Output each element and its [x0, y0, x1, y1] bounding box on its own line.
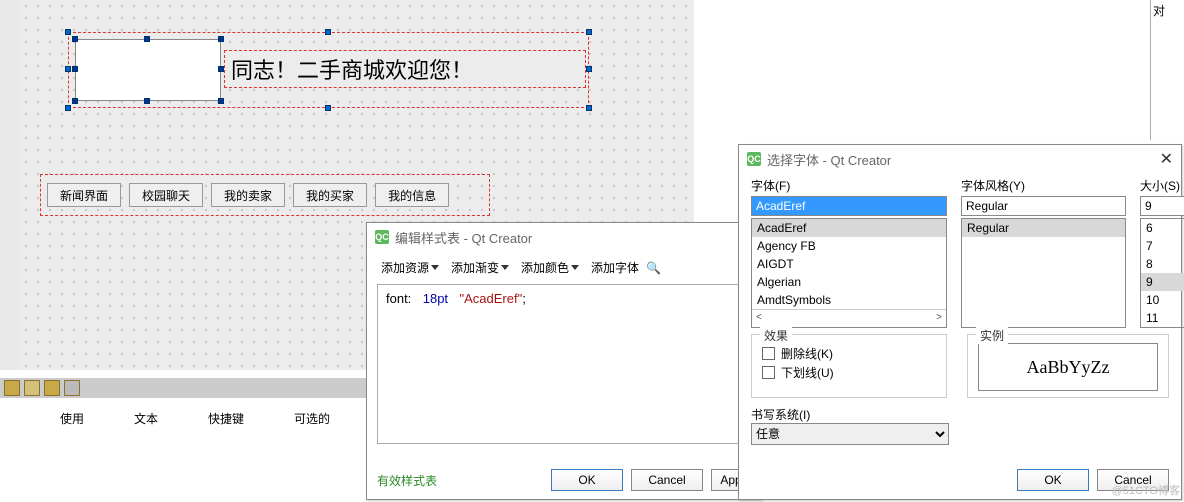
resize-handle[interactable] [144, 36, 150, 42]
folder-open-icon[interactable] [24, 380, 40, 396]
close-icon[interactable]: ✕ [1160, 149, 1173, 169]
qt-creator-icon: QC [747, 152, 761, 166]
right-panel-fragment: 对 [1150, 0, 1184, 140]
nav-button-news[interactable]: 新闻界面 [47, 183, 121, 207]
resize-handle[interactable] [72, 66, 78, 72]
css-terminator: ; [522, 291, 526, 306]
list-item[interactable]: Regular [962, 219, 1125, 237]
nav-button-chat[interactable]: 校园聊天 [129, 183, 203, 207]
resize-handle[interactable] [72, 98, 78, 104]
resize-handle[interactable] [65, 66, 71, 72]
font-style-label: 字体风格(Y) [961, 177, 1126, 194]
font-family-list[interactable]: AcadEref Agency FB AIGDT Algerian AmdtSy… [751, 218, 947, 328]
resize-handle[interactable] [218, 36, 224, 42]
list-item[interactable]: Agency FB [752, 237, 946, 255]
folder-icon[interactable] [4, 380, 20, 396]
valid-stylesheet-label: 有效样式表 [377, 472, 437, 489]
sample-group-label: 实例 [976, 327, 1008, 344]
resize-handle[interactable] [325, 105, 331, 111]
css-property: font: [386, 291, 411, 306]
list-item[interactable]: 9 [1141, 273, 1184, 291]
css-family: "AcadEref" [459, 291, 522, 306]
document-icon[interactable] [44, 380, 60, 396]
tab-text[interactable]: 文本 [134, 410, 158, 427]
resize-handle[interactable] [72, 36, 78, 42]
chevron-down-icon [571, 265, 579, 270]
dialog-title-text: 选择字体 - Qt Creator [767, 150, 891, 169]
stylesheet-editor-dialog[interactable]: QC 编辑样式表 - Qt Creator 添加资源 添加渐变 添加颜色 添加字… [366, 222, 762, 500]
font-size-input[interactable] [1140, 196, 1184, 216]
list-item[interactable]: 7 [1141, 237, 1184, 255]
list-item[interactable]: 11 [1141, 309, 1184, 327]
list-item[interactable]: AmdtSymbols [752, 291, 946, 309]
font-style-input[interactable] [961, 196, 1126, 216]
nav-button-info[interactable]: 我的信息 [375, 183, 449, 207]
effects-group-label: 效果 [760, 327, 792, 344]
cancel-button[interactable]: Cancel [631, 469, 703, 491]
dialog-titlebar[interactable]: QC 选择字体 - Qt Creator ✕ [739, 145, 1181, 173]
resize-handle[interactable] [218, 98, 224, 104]
tab-optional[interactable]: 可选的 [294, 410, 330, 427]
font-size-list[interactable]: 6 7 8 9 10 11 [1140, 218, 1184, 328]
dialog-title-text: 编辑样式表 - Qt Creator [395, 228, 532, 247]
resize-handle[interactable] [144, 98, 150, 104]
resize-handle[interactable] [586, 66, 592, 72]
ok-button[interactable]: OK [551, 469, 623, 491]
resize-handle[interactable] [65, 105, 71, 111]
font-picker-dialog[interactable]: QC 选择字体 - Qt Creator ✕ 字体(F) AcadEref Ag… [738, 144, 1182, 500]
strikeout-label: 删除线(K) [781, 345, 833, 362]
writing-system-label: 书写系统(I) [751, 406, 949, 423]
chevron-left-icon[interactable]: < [756, 312, 762, 323]
wrench-icon[interactable] [64, 380, 80, 396]
add-gradient-button[interactable]: 添加渐变 [447, 257, 513, 278]
image-placeholder-widget[interactable] [75, 39, 221, 101]
nav-button-seller[interactable]: 我的卖家 [211, 183, 285, 207]
list-item[interactable]: Algerian [752, 273, 946, 291]
list-item[interactable]: 8 [1141, 255, 1184, 273]
checkbox-icon [762, 347, 775, 360]
tab-used[interactable]: 使用 [60, 410, 84, 427]
resize-handle[interactable] [586, 105, 592, 111]
chevron-down-icon [431, 265, 439, 270]
font-picker-icon: 🔍 [646, 261, 661, 275]
font-style-list[interactable]: Regular [961, 218, 1126, 328]
tab-shortcut[interactable]: 快捷键 [208, 410, 244, 427]
font-family-input[interactable] [751, 196, 947, 216]
welcome-label[interactable]: 同志！二手商城欢迎您！ [224, 50, 586, 88]
resize-handle[interactable] [325, 29, 331, 35]
nav-button-container[interactable]: 新闻界面 校园聊天 我的卖家 我的买家 我的信息 [40, 174, 490, 216]
stylesheet-text-editor[interactable]: font: 18pt "AcadEref"; [377, 284, 751, 444]
checkbox-icon [762, 366, 775, 379]
list-item[interactable]: AcadEref [752, 219, 946, 237]
list-item[interactable]: AIGDT [752, 255, 946, 273]
underline-label: 下划线(U) [781, 364, 834, 381]
css-size: 18pt [423, 291, 448, 306]
writing-system-select[interactable]: 任意 [751, 423, 949, 445]
list-item[interactable]: 10 [1141, 291, 1184, 309]
add-resource-button[interactable]: 添加资源 [377, 257, 443, 278]
strikeout-checkbox[interactable]: 删除线(K) [762, 345, 936, 362]
nav-button-buyer[interactable]: 我的买家 [293, 183, 367, 207]
list-item[interactable]: 6 [1141, 219, 1184, 237]
watermark-text: @51CTO博客 [1112, 482, 1180, 498]
underline-checkbox[interactable]: 下划线(U) [762, 364, 936, 381]
qt-creator-icon: QC [375, 230, 389, 244]
ok-button[interactable]: OK [1017, 469, 1089, 491]
resize-handle[interactable] [586, 29, 592, 35]
chevron-right-icon[interactable]: > [936, 312, 942, 323]
font-sample-preview: AaBbYyZz [978, 343, 1158, 391]
add-font-button[interactable]: 添加字体 🔍 [587, 257, 665, 278]
stylesheet-toolbar: 添加资源 添加渐变 添加颜色 添加字体 🔍 [367, 251, 761, 284]
add-color-button[interactable]: 添加颜色 [517, 257, 583, 278]
dialog-titlebar[interactable]: QC 编辑样式表 - Qt Creator [367, 223, 761, 251]
font-size-label: 大小(S) [1140, 177, 1184, 194]
chevron-down-icon [501, 265, 509, 270]
resize-handle[interactable] [65, 29, 71, 35]
font-label: 字体(F) [751, 177, 947, 194]
